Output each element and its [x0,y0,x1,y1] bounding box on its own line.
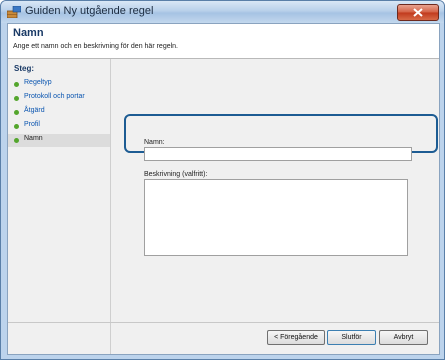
footer-separator [8,322,439,323]
step-dot-icon [14,110,19,115]
step-label: Protokoll och portar [24,93,85,100]
step-label: Åtgärd [24,107,45,114]
back-button[interactable]: < Föregående [267,330,325,345]
step-profil[interactable]: Profil [8,120,110,133]
steps-panel: Steg: Regeltyp Protokoll och portar Åtgä… [8,59,111,354]
window-title: Guiden Ny utgående regel [25,5,154,17]
name-input[interactable] [144,147,412,161]
cancel-button[interactable]: Avbryt [379,330,428,345]
steps-title: Steg: [14,64,34,73]
step-label: Regeltyp [24,79,52,86]
step-regeltyp[interactable]: Regeltyp [8,78,110,91]
step-dot-icon [14,138,19,143]
step-namn[interactable]: Namn [8,134,110,147]
wizard-window: Guiden Ny utgående regel Namn Ange ett n… [0,0,445,360]
step-dot-icon [14,124,19,129]
name-label: Namn: [144,139,165,146]
step-label: Profil [24,121,40,128]
finish-button[interactable]: Slutför [327,330,376,345]
step-dot-icon [14,82,19,87]
step-protokoll-och-portar[interactable]: Protokoll och portar [8,92,110,105]
page-title: Namn [13,27,44,39]
wizard-body: Namn Ange ett namn och en beskrivning fö… [7,23,440,355]
title-bar[interactable]: Guiden Ny utgående regel [1,1,444,23]
close-button[interactable] [397,4,439,21]
wizard-header: Namn Ange ett namn och en beskrivning fö… [8,24,439,59]
description-label: Beskrivning (valfritt): [144,171,208,178]
step-label: Namn [24,135,43,142]
step-dot-icon [14,96,19,101]
description-textarea[interactable] [144,179,408,256]
firewall-icon [7,6,21,18]
main-panel: Namn: Beskrivning (valfritt): [111,59,439,354]
step-atgard[interactable]: Åtgärd [8,106,110,119]
page-description: Ange ett namn och en beskrivning för den… [13,43,178,50]
close-icon [413,8,423,17]
